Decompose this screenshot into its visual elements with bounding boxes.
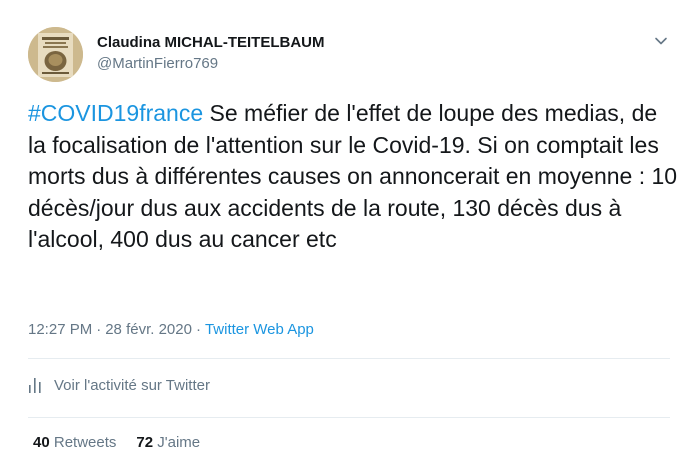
divider [28,358,670,359]
analytics-link[interactable]: Voir l'activité sur Twitter [28,376,210,394]
likes-stat[interactable]: 72 J'aime [136,434,200,451]
tweet-meta: 12:27 PM · 28 févr. 2020 · Twitter Web App [28,321,314,338]
likes-count: 72 [136,434,154,451]
analytics-label: Voir l'activité sur Twitter [54,376,210,394]
avatar-image [28,27,83,82]
tweet-time[interactable]: 12:27 PM [28,321,92,338]
divider [28,417,670,418]
retweets-stat[interactable]: 40 Retweets [33,434,116,451]
tweet-card: Claudina MICHAL-TEITELBAUM @MartinFierro… [0,0,694,462]
retweets-count: 40 [33,434,50,451]
chevron-down-icon[interactable] [650,30,672,52]
tweet-date[interactable]: 28 févr. 2020 [105,321,192,338]
hashtag-link[interactable]: #COVID19france [28,100,203,126]
author-handle[interactable]: @MartinFierro769 [97,55,218,72]
avatar[interactable] [28,27,83,82]
author-display-name[interactable]: Claudina MICHAL-TEITELBAUM [97,34,324,51]
meta-separator: · [195,321,201,338]
tweet-stats: 40 Retweets 72 J'aime [33,434,220,451]
retweets-label: Retweets [53,434,117,451]
tweet-source-link[interactable]: Twitter Web App [205,321,314,338]
bar-chart-icon [29,378,41,393]
tweet-text: #COVID19france Se méfier de l'effet de l… [28,98,678,256]
meta-separator: · [96,321,102,338]
likes-label: J'aime [157,434,201,451]
